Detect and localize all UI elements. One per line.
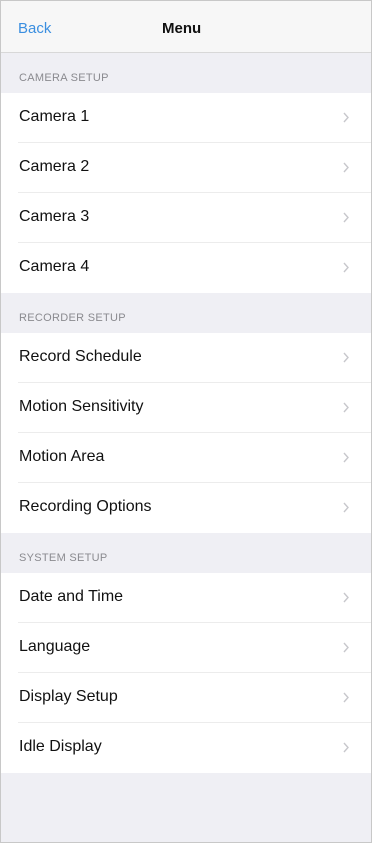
chevron-right-icon: [343, 352, 349, 363]
section-title: SYSTEM SETUP: [19, 552, 108, 564]
menu-item-camera-1[interactable]: Camera 1: [1, 93, 371, 143]
menu-item-label: Motion Area: [19, 448, 105, 465]
menu-item-language[interactable]: Language: [1, 623, 371, 673]
menu-item-label: Motion Sensitivity: [19, 398, 144, 415]
page-title: Menu: [162, 20, 202, 37]
menu-item-idle-display[interactable]: Idle Display: [1, 723, 371, 773]
menu-item-label: Recording Options: [19, 498, 152, 515]
section-header-recorder-setup: RECORDER SETUP: [1, 293, 371, 333]
menu-item-label: Camera 3: [19, 208, 90, 225]
menu-item-record-schedule[interactable]: Record Schedule: [1, 333, 371, 383]
menu-item-label: Display Setup: [19, 688, 118, 705]
chevron-right-icon: [343, 212, 349, 223]
chevron-right-icon: [343, 692, 349, 703]
back-button[interactable]: Back: [18, 20, 51, 37]
navigation-bar: Back Menu: [1, 1, 371, 53]
system-setup-list: Date and Time Language Display Setup Idl…: [1, 573, 371, 773]
recorder-setup-list: Record Schedule Motion Sensitivity Motio…: [1, 333, 371, 533]
section-header-camera-setup: CAMERA SETUP: [1, 53, 371, 93]
menu-item-display-setup[interactable]: Display Setup: [1, 673, 371, 723]
chevron-right-icon: [343, 592, 349, 603]
chevron-right-icon: [343, 642, 349, 653]
section-title: CAMERA SETUP: [19, 72, 109, 84]
menu-item-label: Record Schedule: [19, 348, 142, 365]
menu-item-date-and-time[interactable]: Date and Time: [1, 573, 371, 623]
menu-item-recording-options[interactable]: Recording Options: [1, 483, 371, 533]
chevron-right-icon: [343, 112, 349, 123]
camera-setup-list: Camera 1 Camera 2 Camera 3 Camera 4: [1, 93, 371, 293]
menu-item-label: Language: [19, 638, 91, 655]
menu-item-camera-2[interactable]: Camera 2: [1, 143, 371, 193]
menu-item-label: Camera 2: [19, 158, 90, 175]
menu-item-motion-sensitivity[interactable]: Motion Sensitivity: [1, 383, 371, 433]
menu-item-label: Date and Time: [19, 588, 124, 605]
section-title: RECORDER SETUP: [19, 312, 126, 324]
menu-item-label: Camera 1: [19, 108, 90, 125]
chevron-right-icon: [343, 502, 349, 513]
screen: Back Menu CAMERA SETUP Camera 1 Camera 2…: [0, 0, 372, 843]
menu-item-camera-4[interactable]: Camera 4: [1, 243, 371, 293]
menu-item-label: Idle Display: [19, 738, 102, 755]
menu-item-camera-3[interactable]: Camera 3: [1, 193, 371, 243]
section-header-system-setup: SYSTEM SETUP: [1, 533, 371, 573]
chevron-right-icon: [343, 262, 349, 273]
chevron-right-icon: [343, 452, 349, 463]
chevron-right-icon: [343, 162, 349, 173]
chevron-right-icon: [343, 742, 349, 753]
chevron-right-icon: [343, 402, 349, 413]
menu-item-label: Camera 4: [19, 258, 90, 275]
menu-item-motion-area[interactable]: Motion Area: [1, 433, 371, 483]
